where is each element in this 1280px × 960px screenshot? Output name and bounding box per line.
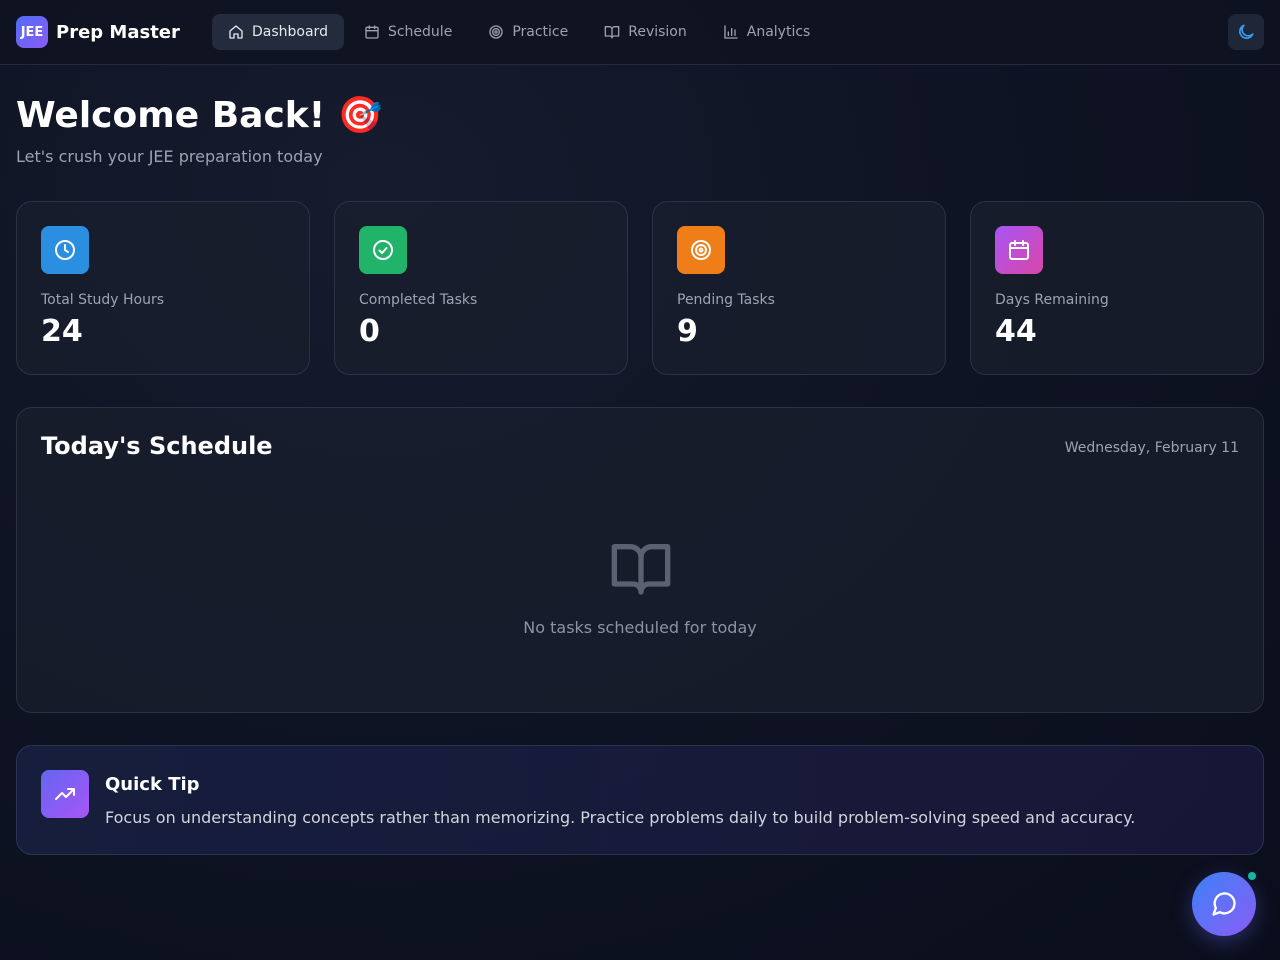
home-icon bbox=[229, 25, 243, 39]
nav-tabs: Dashboard Schedule Practice Revision Ana… bbox=[212, 14, 830, 50]
tab-revision[interactable]: Revision bbox=[588, 14, 703, 50]
tab-label: Dashboard bbox=[252, 24, 328, 40]
stat-label: Days Remaining bbox=[995, 292, 1109, 308]
brand-name: Prep Master bbox=[56, 21, 180, 43]
tab-schedule[interactable]: Schedule bbox=[348, 14, 468, 50]
stat-value: 0 bbox=[359, 314, 380, 349]
chat-button[interactable] bbox=[1192, 872, 1256, 936]
trending-up-icon bbox=[55, 788, 75, 800]
stat-card-completed-tasks: Completed Tasks 0 bbox=[334, 201, 628, 375]
top-navbar: JEE Prep Master Dashboard Schedule Pract… bbox=[0, 0, 1280, 65]
stat-value: 44 bbox=[995, 314, 1037, 349]
target-icon bbox=[489, 25, 503, 39]
stat-icon-box bbox=[677, 226, 725, 274]
page-title: Welcome Back! 🎯 bbox=[16, 95, 383, 136]
stat-icon-box bbox=[41, 226, 89, 274]
brand[interactable]: JEE Prep Master bbox=[16, 16, 180, 48]
tip-title: Quick Tip bbox=[105, 774, 200, 795]
brand-logo: JEE bbox=[16, 16, 48, 48]
tab-label: Analytics bbox=[746, 24, 811, 40]
message-circle-icon bbox=[1212, 892, 1236, 916]
tab-dashboard[interactable]: Dashboard bbox=[212, 14, 344, 50]
tab-practice[interactable]: Practice bbox=[472, 14, 584, 50]
stat-label: Completed Tasks bbox=[359, 292, 478, 308]
schedule-date: Wednesday, February 11 bbox=[1064, 440, 1239, 456]
stat-label: Pending Tasks bbox=[677, 292, 775, 308]
bar-chart-icon bbox=[724, 25, 738, 39]
check-circle-icon bbox=[373, 240, 393, 260]
theme-toggle-button[interactable] bbox=[1228, 14, 1264, 50]
stat-label: Total Study Hours bbox=[41, 292, 165, 308]
tab-label: Revision bbox=[628, 24, 687, 40]
todays-schedule-card: Today's Schedule Wednesday, February 11 … bbox=[16, 407, 1264, 713]
book-open-icon bbox=[604, 26, 620, 39]
tab-label: Schedule bbox=[387, 24, 453, 40]
tab-analytics[interactable]: Analytics bbox=[707, 14, 827, 50]
stat-value: 24 bbox=[41, 314, 83, 349]
page-subtitle: Let's crush your JEE preparation today bbox=[16, 147, 323, 166]
empty-state-text: No tasks scheduled for today bbox=[523, 618, 757, 637]
calendar-icon bbox=[1009, 240, 1029, 260]
chat-status-dot bbox=[1246, 870, 1258, 882]
schedule-title: Today's Schedule bbox=[41, 432, 273, 460]
clock-icon bbox=[55, 240, 75, 260]
tip-icon-box bbox=[41, 770, 89, 818]
target-icon bbox=[691, 240, 711, 260]
stat-value: 9 bbox=[677, 314, 698, 349]
moon-icon bbox=[1239, 24, 1254, 39]
stat-card-days-remaining: Days Remaining 44 bbox=[970, 201, 1264, 375]
calendar-icon bbox=[365, 25, 379, 39]
stat-icon-box bbox=[359, 226, 407, 274]
tip-text: Focus on understanding concepts rather t… bbox=[105, 808, 1136, 827]
stat-icon-box bbox=[995, 226, 1043, 274]
tab-label: Practice bbox=[512, 24, 569, 40]
stat-card-pending-tasks: Pending Tasks 9 bbox=[652, 201, 946, 375]
quick-tip-card: Quick Tip Focus on understanding concept… bbox=[16, 745, 1264, 855]
stat-card-study-hours: Total Study Hours 24 bbox=[16, 201, 310, 375]
book-open-icon bbox=[611, 544, 671, 595]
